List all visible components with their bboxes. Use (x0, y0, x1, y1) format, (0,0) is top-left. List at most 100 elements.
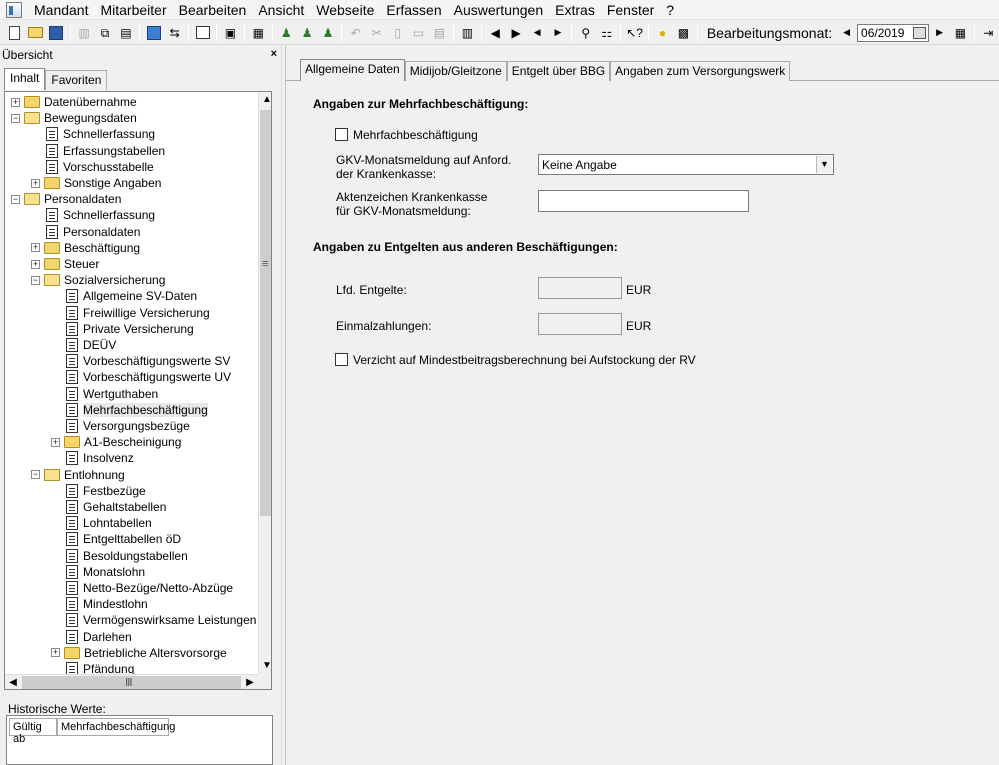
tree-item[interactable]: + Betriebliche Altersvorsorge (51, 645, 227, 661)
tree-item[interactable]: Gehaltstabellen (51, 499, 166, 515)
form-icon[interactable]: ▤ (430, 23, 449, 43)
grid-icon[interactable]: ▥ (458, 23, 477, 43)
chart-icon[interactable]: ▩ (674, 23, 693, 43)
menu-ansicht[interactable]: Ansicht (252, 0, 310, 20)
history-col-gueltig-ab[interactable]: Gültig ab (9, 718, 57, 745)
calendar-today-icon[interactable]: ▦ (951, 23, 970, 43)
scroll-thumb[interactable] (260, 110, 271, 516)
print-icon[interactable]: ▤ (116, 23, 135, 43)
expand-icon[interactable]: + (51, 648, 60, 658)
employee-edit-icon[interactable]: ♟ (298, 23, 317, 43)
einmalzahlungen-input[interactable] (538, 313, 622, 335)
tree-item[interactable]: Festbezüge (51, 483, 146, 499)
next-icon[interactable]: ▶ (548, 23, 567, 43)
delete-icon[interactable]: ▥ (75, 23, 94, 43)
menu-webseite[interactable]: Webseite (310, 0, 380, 20)
tree-item[interactable]: Vorbeschäftigungswerte UV (51, 369, 231, 385)
lightbulb-icon[interactable]: ● (653, 23, 672, 43)
tree-item[interactable]: Monatslohn (51, 564, 145, 580)
chevron-down-icon[interactable]: ▼ (816, 156, 832, 173)
verzicht-checkbox[interactable] (335, 353, 348, 366)
tree-item[interactable]: Entgelttabellen öD (51, 531, 181, 547)
tree-item[interactable]: Schnellerfassung (31, 126, 155, 142)
tree-item[interactable]: Lohntabellen (51, 515, 152, 531)
search-list-icon[interactable]: ⚏ (597, 23, 616, 43)
monitor-icon[interactable] (144, 23, 163, 43)
tree-item[interactable]: + A1-Bescheinigung (51, 434, 181, 450)
menu-help[interactable]: ? (660, 0, 680, 20)
aktenzeichen-input[interactable] (538, 190, 749, 212)
tree-item[interactable]: + Beschäftigung (31, 240, 140, 256)
tree-item[interactable]: − Sozialversicherung (31, 272, 165, 288)
employee-new-icon[interactable]: ♟ (277, 23, 296, 43)
scroll-up-icon[interactable]: ▲ (259, 92, 271, 108)
tree-item[interactable]: + Datenübernahme (11, 94, 137, 110)
menu-auswertungen[interactable]: Auswertungen (448, 0, 550, 20)
tree-item[interactable]: Netto-Bezüge/Netto-Abzüge (51, 580, 233, 596)
tree-horizontal-scrollbar[interactable]: ◀ Ⅲ ▶ (5, 674, 258, 689)
open-folder-icon[interactable] (26, 23, 45, 43)
menu-mitarbeiter[interactable]: Mitarbeiter (94, 0, 172, 20)
arrow-right-icon[interactable]: ▶ (507, 23, 526, 43)
report-icon[interactable]: ▦ (249, 23, 268, 43)
exit-icon[interactable]: ⇥ (979, 23, 998, 43)
expand-icon[interactable]: + (31, 178, 40, 188)
tree-item[interactable]: Private Versicherung (51, 321, 194, 337)
edit-icon[interactable] (193, 23, 212, 43)
tree-item[interactable]: Besoldungstabellen (51, 548, 188, 564)
tree-item[interactable]: Personaldaten (31, 224, 140, 240)
menu-erfassen[interactable]: Erfassen (380, 0, 447, 20)
tree-item[interactable]: Freiwillige Versicherung (51, 305, 210, 321)
month-input[interactable]: 06/2019 (857, 23, 930, 42)
clipboard-icon[interactable]: ▭ (409, 23, 428, 43)
tab-inhalt[interactable]: Inhalt (4, 68, 46, 90)
scroll-down-icon[interactable]: ▼ (259, 658, 271, 674)
expand-icon[interactable]: + (31, 243, 40, 253)
prev-icon[interactable]: ◀ (528, 23, 547, 43)
tab-favoriten[interactable]: Favoriten (45, 70, 108, 90)
tree-item[interactable]: + Steuer (31, 256, 99, 272)
tree-item[interactable]: + Sonstige Angaben (31, 175, 161, 191)
tab-allgemeine-daten[interactable]: Allgemeine Daten (300, 59, 405, 81)
lfd-entgelte-input[interactable] (538, 277, 622, 299)
arrow-left-icon[interactable]: ◀ (486, 23, 505, 43)
save-icon[interactable] (47, 23, 66, 43)
tree-item[interactable]: Versorgungsbezüge (51, 418, 190, 434)
gkv-select[interactable]: Keine Angabe ▼ (538, 154, 834, 175)
tab-entgelt-bbg[interactable]: Entgelt über BBG (506, 61, 611, 81)
expand-icon[interactable]: + (51, 437, 60, 447)
tab-versorgungswerk[interactable]: Angaben zum Versorgungswerk (610, 61, 791, 81)
tree-item[interactable]: Wertguthaben (51, 386, 158, 402)
menu-extras[interactable]: Extras (549, 0, 601, 20)
app-icon[interactable] (6, 1, 22, 18)
tree-item[interactable]: Erfassungstabellen (31, 143, 165, 159)
tree-item[interactable]: Vermögenswirksame Leistungen (51, 612, 256, 628)
collapse-icon[interactable]: − (31, 470, 40, 480)
expand-icon[interactable]: + (31, 259, 40, 269)
cut-icon[interactable]: ✂ (367, 23, 386, 43)
tree-item[interactable]: Vorbeschäftigungswerte SV (51, 353, 230, 369)
binoculars-icon[interactable]: ⚲ (576, 23, 595, 43)
menu-fenster[interactable]: Fenster (601, 0, 660, 20)
tree-item[interactable]: Vorschusstabelle (31, 159, 154, 175)
scroll-left-icon[interactable]: ◀ (5, 675, 21, 689)
tree-item[interactable]: Darlehen (51, 629, 132, 645)
tree-item[interactable]: DEÜV (51, 337, 116, 353)
employee-number-icon[interactable]: ♟ (319, 23, 338, 43)
undo-icon[interactable]: ↶ (346, 23, 365, 43)
tree-vertical-scrollbar[interactable]: ▲ ≡ ▼ (258, 92, 271, 674)
tree-item[interactable]: − Entlohnung (31, 467, 125, 483)
close-icon[interactable]: × (271, 48, 277, 60)
menu-mandant[interactable]: Mandant (28, 0, 94, 20)
scroll-right-icon[interactable]: ▶ (242, 675, 258, 689)
help-pointer-icon[interactable]: ↖? (625, 23, 644, 43)
collapse-icon[interactable]: − (11, 113, 20, 123)
tree-item[interactable]: Insolvenz (51, 450, 134, 466)
calendar-icon[interactable] (913, 26, 927, 39)
import-icon[interactable]: ⇆ (165, 23, 184, 43)
tab-midijob[interactable]: Midijob/Gleitzone (404, 61, 507, 81)
layout-icon[interactable]: ▣ (221, 23, 240, 43)
mehrfach-checkbox[interactable] (335, 128, 348, 141)
collapse-icon[interactable]: − (31, 275, 40, 285)
month-next-icon[interactable]: ▶ (930, 23, 949, 43)
